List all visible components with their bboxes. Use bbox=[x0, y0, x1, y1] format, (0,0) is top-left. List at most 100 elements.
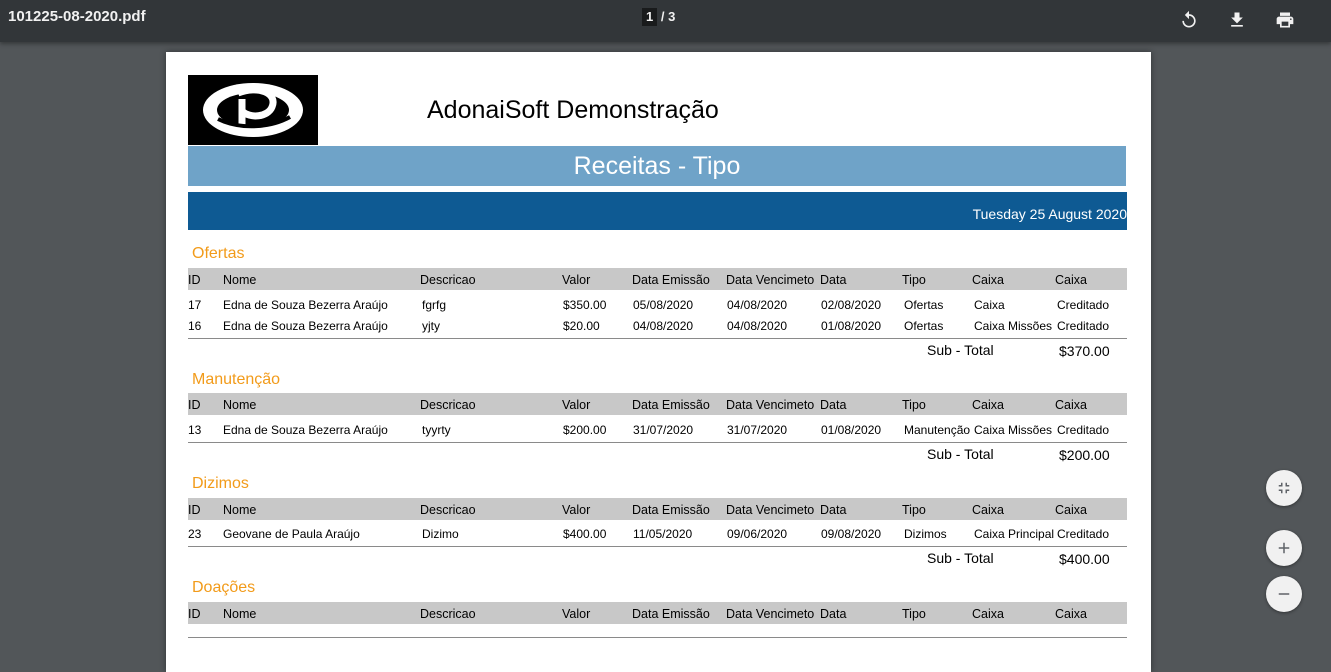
cell-caixa-status: Creditado bbox=[1057, 423, 1110, 437]
column-header: ID Nome Descricao Valor Data Emissão Dat… bbox=[188, 268, 1127, 290]
column-header: ID Nome Descricao Valor Data Emissão Dat… bbox=[188, 602, 1127, 624]
col-data-vencimento: Data Vencimeto bbox=[726, 273, 815, 287]
col-data-emissao: Data Emissão bbox=[632, 607, 710, 621]
cell-valor: $20.00 bbox=[563, 319, 600, 333]
col-nome: Nome bbox=[223, 503, 257, 517]
cell-valor: $200.00 bbox=[563, 423, 607, 437]
table-row: 13 Edna de Souza Bezerra Araújo tyyrty $… bbox=[188, 419, 1127, 439]
divider bbox=[188, 637, 1127, 638]
col-caixa-status: Caixa bbox=[1055, 398, 1087, 412]
subtotal-value: $400.00 bbox=[1059, 551, 1110, 567]
zoom-in-button[interactable] bbox=[1266, 530, 1302, 566]
viewer-toolbar: 101225-08-2020.pdf 1 / 3 bbox=[0, 0, 1331, 42]
cell-nome: Geovane de Paula Araújo bbox=[223, 527, 360, 541]
cell-caixa: Caixa Principal bbox=[974, 527, 1055, 541]
document-title: 101225-08-2020.pdf bbox=[8, 8, 146, 25]
col-tipo: Tipo bbox=[902, 273, 926, 287]
col-data: Data bbox=[820, 398, 847, 412]
subtotal-value: $370.00 bbox=[1059, 343, 1110, 359]
col-caixa-status: Caixa bbox=[1055, 607, 1087, 621]
section-title-ofertas: Ofertas bbox=[192, 245, 245, 262]
col-data: Data bbox=[820, 273, 847, 287]
column-header: ID Nome Descricao Valor Data Emissão Dat… bbox=[188, 498, 1127, 520]
fit-page-button[interactable] bbox=[1266, 470, 1302, 506]
cell-data: 09/08/2020 bbox=[821, 527, 882, 541]
divider bbox=[188, 442, 1127, 443]
cell-caixa: Caixa Missões bbox=[974, 423, 1053, 437]
section-title-doacoes: Doações bbox=[192, 579, 256, 596]
section-title-dizimos: Dizimos bbox=[192, 475, 249, 492]
col-valor: Valor bbox=[562, 398, 591, 412]
report-title: Receitas - Tipo bbox=[188, 146, 1126, 186]
col-tipo: Tipo bbox=[902, 503, 926, 517]
cell-valor: $400.00 bbox=[563, 527, 607, 541]
cell-nome: Edna de Souza Bezerra Araújo bbox=[223, 298, 388, 312]
cell-descricao: fgrfg bbox=[422, 298, 447, 312]
table-row: 17 Edna de Souza Bezerra Araújo fgrfg $3… bbox=[188, 294, 1127, 314]
print-button[interactable] bbox=[1271, 6, 1299, 34]
page-indicator: 1 / 3 bbox=[642, 8, 676, 26]
col-descricao: Descricao bbox=[420, 273, 476, 287]
company-logo bbox=[188, 75, 318, 145]
col-descricao: Descricao bbox=[420, 607, 476, 621]
cell-nome: Edna de Souza Bezerra Araújo bbox=[223, 319, 388, 333]
col-id: ID bbox=[188, 273, 201, 287]
page-total: / 3 bbox=[660, 9, 676, 24]
col-data: Data bbox=[820, 503, 847, 517]
subtotal-label: Sub - Total bbox=[927, 342, 994, 358]
col-data-vencimento: Data Vencimeto bbox=[726, 398, 815, 412]
subtotal-label: Sub - Total bbox=[927, 446, 994, 462]
zoom-out-icon bbox=[1278, 593, 1290, 595]
col-id: ID bbox=[188, 398, 201, 412]
cell-caixa-status: Creditado bbox=[1057, 319, 1110, 333]
cell-id: 13 bbox=[188, 423, 202, 437]
divider bbox=[188, 338, 1127, 339]
column-header: ID Nome Descricao Valor Data Emissão Dat… bbox=[188, 393, 1127, 415]
cell-id: 23 bbox=[188, 527, 202, 541]
col-caixa-status: Caixa bbox=[1055, 503, 1087, 517]
rotate-icon bbox=[1182, 10, 1196, 28]
col-id: ID bbox=[188, 503, 201, 517]
col-valor: Valor bbox=[562, 503, 591, 517]
cell-descricao: yjty bbox=[422, 319, 440, 333]
fit-page-icon bbox=[1278, 482, 1290, 494]
cell-data: 01/08/2020 bbox=[821, 319, 882, 333]
cell-data-emissao: 04/08/2020 bbox=[633, 319, 694, 333]
cell-tipo: Ofertas bbox=[904, 319, 944, 333]
col-data-vencimento: Data Vencimeto bbox=[726, 607, 815, 621]
cell-caixa-status: Creditado bbox=[1057, 298, 1110, 312]
zoom-in-icon bbox=[1278, 542, 1290, 554]
zoom-out-button[interactable] bbox=[1266, 576, 1302, 612]
subtotal-value: $200.00 bbox=[1059, 447, 1110, 463]
col-caixa-status: Caixa bbox=[1055, 273, 1087, 287]
cell-tipo: Ofertas bbox=[904, 298, 944, 312]
col-data-emissao: Data Emissão bbox=[632, 503, 710, 517]
rotate-button[interactable] bbox=[1175, 6, 1203, 34]
col-descricao: Descricao bbox=[420, 398, 476, 412]
divider bbox=[188, 546, 1127, 547]
col-caixa: Caixa bbox=[972, 503, 1004, 517]
cell-valor: $350.00 bbox=[563, 298, 607, 312]
table-row: 16 Edna de Souza Bezerra Araújo yjty $20… bbox=[188, 315, 1127, 335]
col-tipo: Tipo bbox=[902, 607, 926, 621]
table-row: 23 Geovane de Paula Araújo Dizimo $400.0… bbox=[188, 523, 1127, 543]
cell-descricao: tyyrty bbox=[422, 423, 451, 437]
download-button[interactable] bbox=[1223, 6, 1251, 34]
cell-data-vencimento: 04/08/2020 bbox=[727, 319, 788, 333]
col-data: Data bbox=[820, 607, 847, 621]
page-number-input[interactable]: 1 bbox=[642, 8, 658, 26]
cell-caixa-status: Creditado bbox=[1057, 527, 1110, 541]
pdf-page: AdonaiSoft Demonstração Receitas - Tipo … bbox=[166, 52, 1151, 672]
logo-emblem bbox=[203, 83, 303, 137]
cell-data-emissao: 11/05/2020 bbox=[633, 527, 693, 541]
col-valor: Valor bbox=[562, 607, 591, 621]
cell-descricao: Dizimo bbox=[422, 527, 459, 541]
cell-caixa: Caixa bbox=[974, 298, 1005, 312]
col-nome: Nome bbox=[223, 273, 257, 287]
cell-data: 02/08/2020 bbox=[821, 298, 882, 312]
cell-caixa: Caixa Missões bbox=[974, 319, 1053, 333]
cell-data-emissao: 05/08/2020 bbox=[633, 298, 694, 312]
cell-tipo: Manutenção bbox=[904, 423, 971, 437]
col-data-emissao: Data Emissão bbox=[632, 273, 710, 287]
cell-tipo: Dizimos bbox=[904, 527, 947, 541]
